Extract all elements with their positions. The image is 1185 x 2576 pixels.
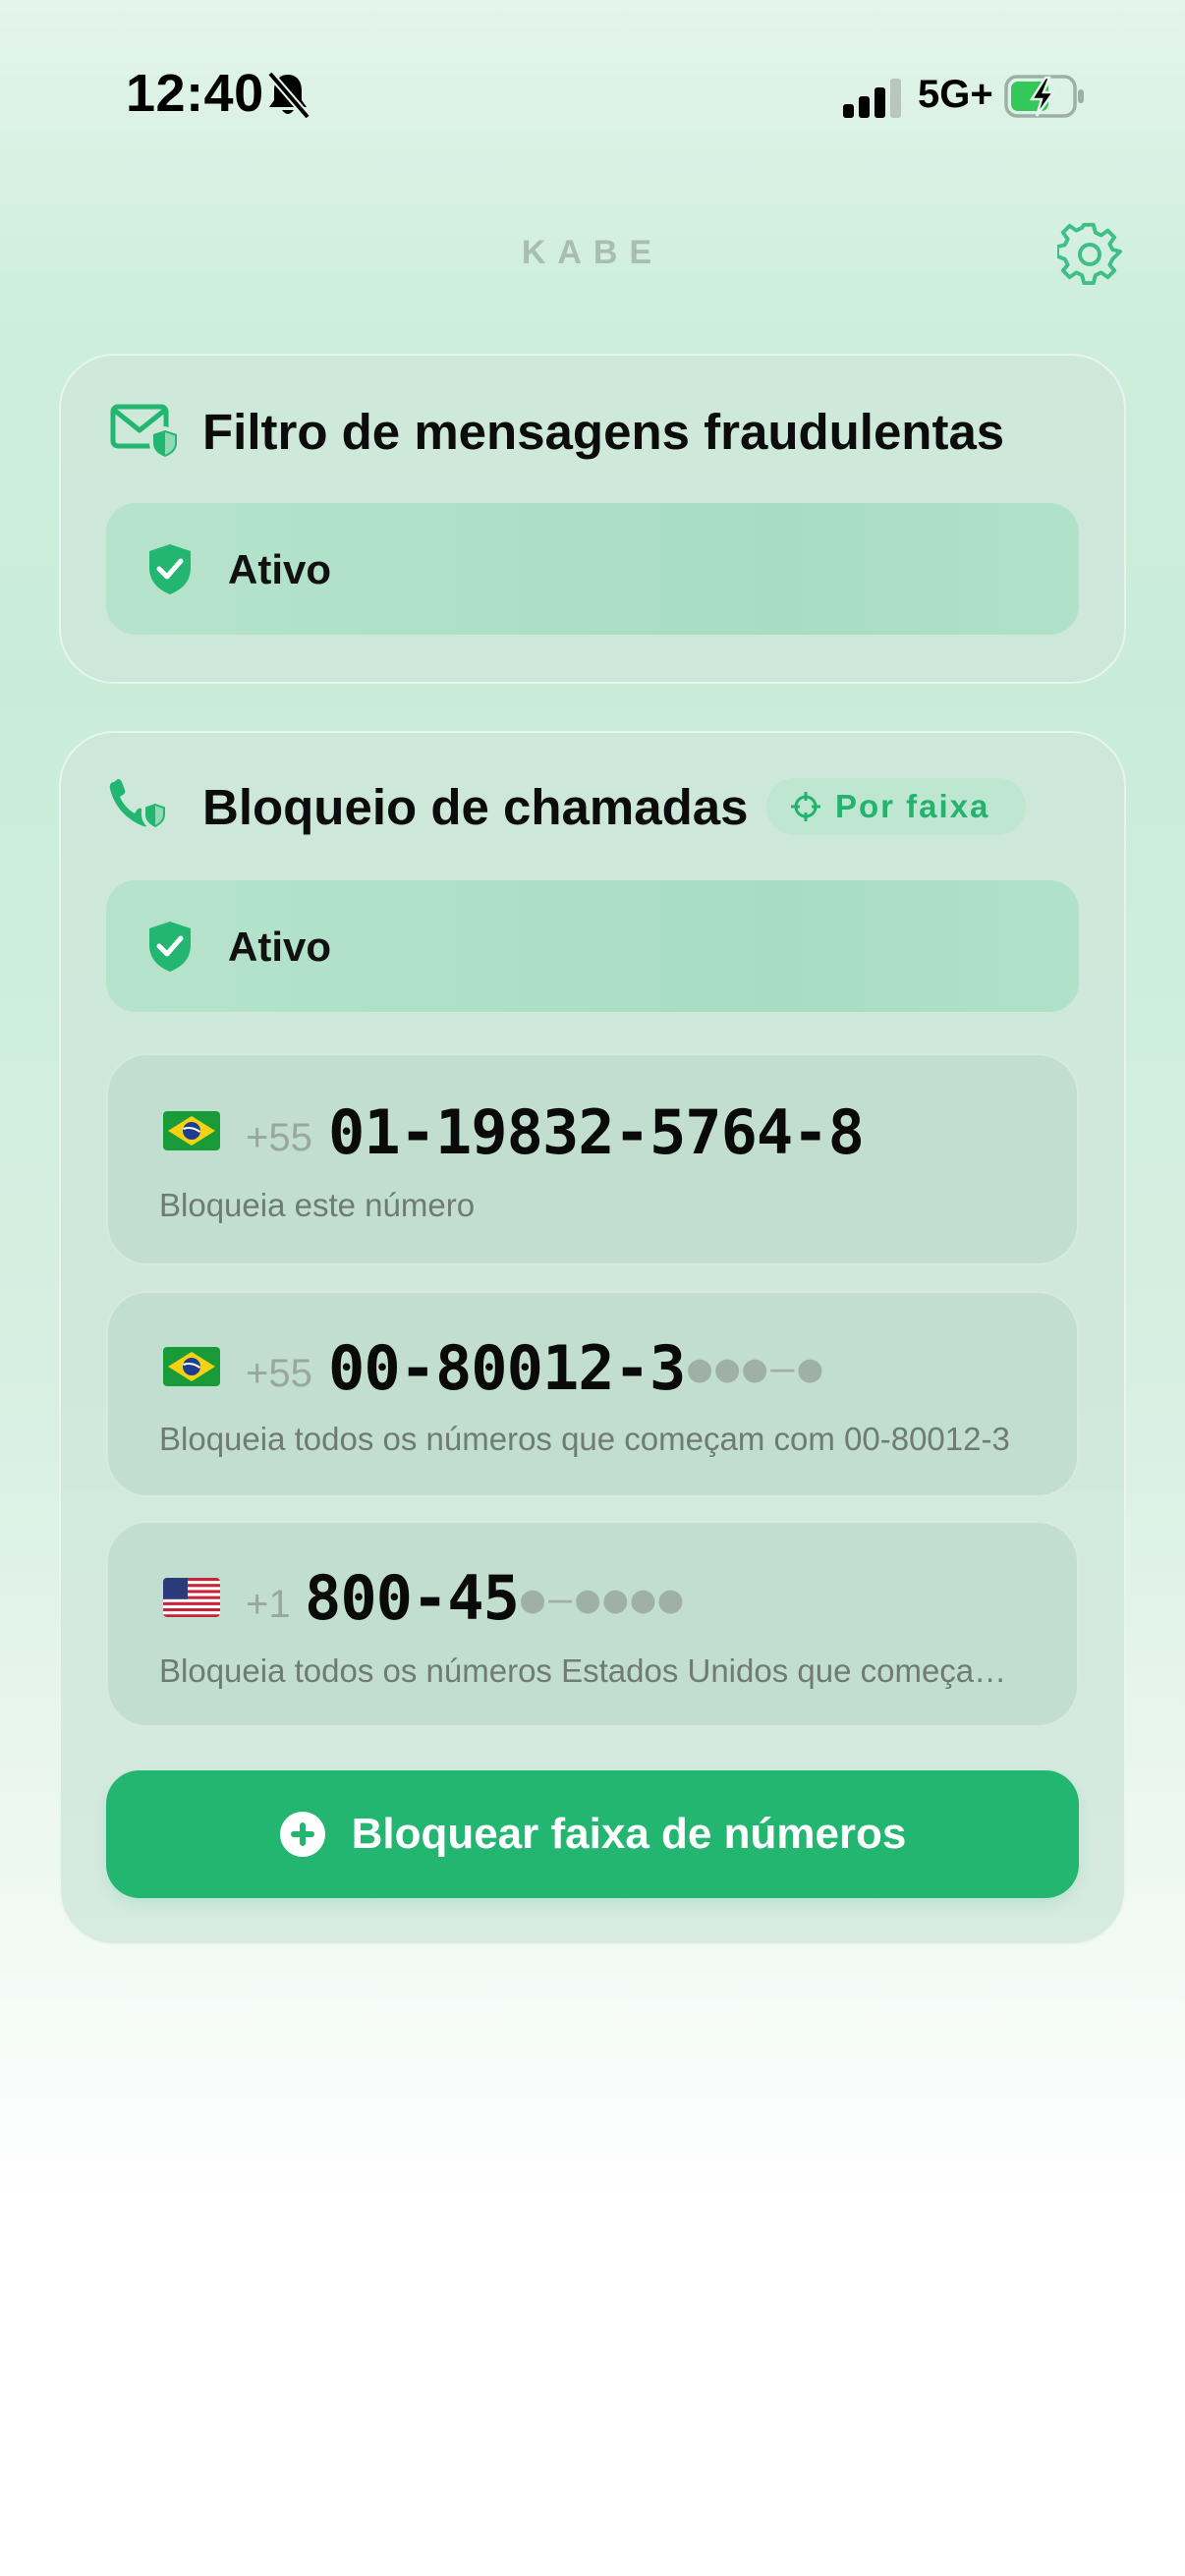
message-filter-status-label: Ativo (228, 546, 331, 592)
crosshair-icon (791, 792, 820, 821)
phone-number-prefix: 800-45 (305, 1562, 520, 1634)
phone-number-prefix: 00-80012-3 (328, 1332, 686, 1404)
cellular-signal-icon (843, 79, 901, 118)
status-time: 12:40 (126, 64, 264, 123)
rule-description: Bloqueia este número (159, 1187, 476, 1223)
call-blocking-status-label: Ativo (228, 924, 331, 970)
app-brand: KABE (521, 234, 664, 271)
brazil-flag-icon (163, 1111, 220, 1150)
block-number-range-label: Bloquear faixa de números (351, 1810, 907, 1858)
phone-shield-icon (109, 779, 169, 832)
masked-digits: ●–●●●● (521, 1577, 687, 1622)
call-blocking-title: Bloqueio de chamadas (202, 779, 749, 835)
usa-flag-icon (163, 1578, 220, 1617)
brazil-flag-icon (163, 1347, 220, 1386)
rule-description: Bloqueia todos os números que começam co… (159, 1421, 1010, 1457)
message-filter-title: Filtro de mensagens fraudulentas (202, 404, 1005, 460)
battery-charging-icon (1004, 75, 1084, 118)
mode-chip[interactable]: Por faixa (766, 778, 1026, 835)
bell-slash-icon (266, 71, 310, 120)
phone-number: 01-19832-5764-8 (328, 1096, 865, 1168)
envelope-shield-icon (110, 404, 181, 460)
network-type: 5G+ (918, 73, 993, 116)
shield-check-icon (149, 922, 191, 972)
mode-chip-label: Por faixa (835, 788, 990, 824)
shield-check-icon (149, 544, 191, 594)
plus-circle-icon (279, 1812, 325, 1857)
block-number-range-button[interactable]: Bloquear faixa de números (106, 1770, 1079, 1898)
country-code: +55 (246, 1116, 312, 1159)
gear-icon[interactable] (1057, 222, 1122, 287)
rule-description: Bloqueia todos os números Estados Unidos… (159, 1652, 1024, 1689)
country-code: +1 (246, 1583, 291, 1626)
masked-digits: ●●●–● (688, 1346, 826, 1391)
country-code: +55 (246, 1352, 312, 1395)
